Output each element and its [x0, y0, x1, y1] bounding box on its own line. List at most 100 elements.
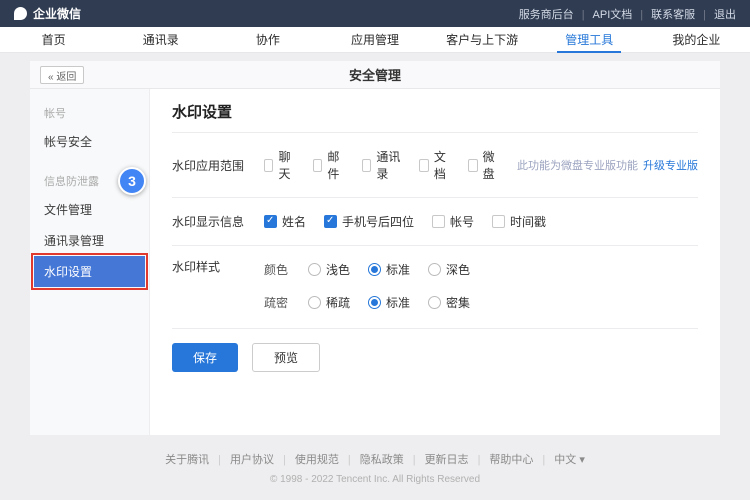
wecom-logo-icon	[14, 7, 27, 20]
security-management-card: « 返回 安全管理 帐号 帐号安全 信息防泄露 文件管理 通讯录管理 水印设置	[30, 61, 720, 435]
sidebar: 帐号 帐号安全 信息防泄露 文件管理 通讯录管理 水印设置	[30, 89, 150, 435]
row-label: 水印应用范围	[172, 157, 264, 174]
nav-tab-admin-tools[interactable]: 管理工具	[536, 27, 643, 52]
checkbox[interactable]	[313, 159, 322, 172]
radio-color-light[interactable]: 浅色	[308, 261, 350, 278]
nav-tab-customers[interactable]: 客户与上下游	[429, 27, 536, 52]
workspace: « 返回 安全管理 帐号 帐号安全 信息防泄露 文件管理 通讯录管理 水印设置	[0, 53, 750, 485]
topbar-links: 服务商后台 API文档 联系客服 退出	[519, 6, 736, 22]
footer-links: 关于腾讯 用户协议 使用规范 隐私政策 更新日志 帮助中心 中文 ▾	[30, 451, 720, 467]
topbar-link-support[interactable]: 联系客服	[632, 6, 695, 22]
copyright: © 1998 - 2022 Tencent Inc. All Rights Re…	[30, 474, 720, 485]
nav-tab-label: 管理工具	[565, 31, 613, 48]
radio[interactable]	[428, 263, 441, 276]
topbar-link-api-docs[interactable]: API文档	[574, 6, 633, 22]
row-fields: 姓名 手机号后四位 帐号 时间戳	[264, 213, 564, 230]
section-title: 水印设置	[172, 101, 698, 122]
row-label: 水印显示信息	[172, 213, 264, 230]
topbar-link-logout[interactable]: 退出	[695, 6, 736, 22]
nav-tab-my-company[interactable]: 我的企业	[643, 27, 750, 52]
checkbox-chat[interactable]: 聊天	[264, 148, 295, 182]
checkbox-docs[interactable]: 文档	[419, 148, 450, 182]
topbar-link-provider[interactable]: 服务商后台	[519, 6, 574, 22]
sidebar-group-header-account: 帐号	[30, 99, 149, 126]
nav-tab-label: 协作	[256, 31, 280, 48]
card-header: « 返回 安全管理	[30, 61, 720, 89]
card-body: 帐号 帐号安全 信息防泄露 文件管理 通讯录管理 水印设置 3 水印设置	[30, 89, 720, 435]
radio-label: 稀疏	[326, 294, 350, 311]
nav-tab-label: 我的企业	[672, 31, 720, 48]
checkbox[interactable]	[362, 159, 372, 172]
checkbox-label: 文档	[434, 148, 450, 182]
radio[interactable]	[308, 296, 321, 309]
nav-tab-apps[interactable]: 应用管理	[321, 27, 428, 52]
row-fields: 聊天 邮件 通讯录 文档	[264, 148, 698, 182]
back-button[interactable]: « 返回	[40, 66, 84, 84]
checkbox-drive[interactable]: 微盘	[468, 148, 499, 182]
sidebar-item-watermark-settings[interactable]: 水印设置	[34, 256, 145, 287]
radio-density-dense[interactable]: 密集	[428, 294, 470, 311]
main-nav: 首页 通讯录 协作 应用管理 客户与上下游 管理工具 我的企业	[0, 27, 750, 53]
style-lines: 颜色 浅色 标准 深色	[264, 258, 488, 324]
checkbox[interactable]	[432, 215, 445, 228]
sidebar-item-contacts-management[interactable]: 通讯录管理	[34, 225, 145, 256]
checkbox[interactable]	[264, 215, 277, 228]
checkbox-label: 手机号后四位	[342, 213, 414, 230]
footer-link-changelog[interactable]: 更新日志	[404, 451, 469, 467]
nav-tab-home[interactable]: 首页	[0, 27, 107, 52]
checkbox-phone-last4[interactable]: 手机号后四位	[324, 213, 414, 230]
sidebar-item-file-management[interactable]: 文件管理	[34, 194, 145, 225]
sidebar-item-account-security[interactable]: 帐号安全	[34, 126, 145, 157]
radio-density-standard[interactable]: 标准	[368, 294, 410, 311]
sub-label-density: 疏密	[264, 294, 308, 311]
radio-label: 标准	[386, 261, 410, 278]
nav-tab-contacts[interactable]: 通讯录	[107, 27, 214, 52]
row-label: 水印样式	[172, 258, 264, 275]
checkbox-label: 微盘	[483, 148, 499, 182]
language-selector[interactable]: 中文 ▾	[533, 451, 584, 467]
radio-label: 深色	[446, 261, 470, 278]
footer-link-usage-rules[interactable]: 使用规范	[274, 451, 339, 467]
checkbox[interactable]	[324, 215, 337, 228]
upgrade-pro-link[interactable]: 升级专业版	[643, 157, 698, 173]
annotation-badge-3: 3	[118, 167, 146, 195]
save-button[interactable]: 保存	[172, 343, 238, 372]
radio-density-sparse[interactable]: 稀疏	[308, 294, 350, 311]
checkbox-label: 邮件	[327, 148, 343, 182]
radio[interactable]	[308, 263, 321, 276]
footer-link-user-agreement[interactable]: 用户协议	[209, 451, 274, 467]
footer-link-privacy-policy[interactable]: 隐私政策	[339, 451, 404, 467]
checkbox[interactable]	[468, 159, 477, 172]
preview-button[interactable]: 预览	[252, 343, 320, 372]
checkbox-name[interactable]: 姓名	[264, 213, 306, 230]
radio[interactable]	[368, 263, 381, 276]
footer-link-about-tencent[interactable]: 关于腾讯	[165, 451, 209, 467]
page-footer: 关于腾讯 用户协议 使用规范 隐私政策 更新日志 帮助中心 中文 ▾ © 199…	[30, 435, 720, 485]
topbar: 企业微信 服务商后台 API文档 联系客服 退出	[0, 0, 750, 27]
drive-pro-note: 此功能为微盘专业版功能	[517, 157, 638, 173]
brand: 企业微信	[14, 5, 81, 22]
checkbox-mail[interactable]: 邮件	[313, 148, 344, 182]
watermark-settings-panel: 水印设置 水印应用范围 聊天 邮件	[150, 89, 720, 435]
checkbox-label: 时间戳	[510, 213, 546, 230]
radio-color-dark[interactable]: 深色	[428, 261, 470, 278]
checkbox[interactable]	[264, 159, 273, 172]
radio-label: 浅色	[326, 261, 350, 278]
footer-link-help-center[interactable]: 帮助中心	[469, 451, 534, 467]
radio-label: 标准	[386, 294, 410, 311]
nav-tab-label: 客户与上下游	[446, 31, 518, 48]
radio[interactable]	[368, 296, 381, 309]
checkbox-contacts[interactable]: 通讯录	[362, 148, 402, 182]
checkbox[interactable]	[492, 215, 505, 228]
checkbox[interactable]	[419, 159, 428, 172]
radio-color-standard[interactable]: 标准	[368, 261, 410, 278]
sidebar-item-label: 帐号安全	[44, 135, 92, 149]
radio-label: 密集	[446, 294, 470, 311]
checkbox-account[interactable]: 帐号	[432, 213, 474, 230]
nav-tab-collaboration[interactable]: 协作	[214, 27, 321, 52]
radio[interactable]	[428, 296, 441, 309]
checkbox-timestamp[interactable]: 时间戳	[492, 213, 546, 230]
brand-name: 企业微信	[33, 5, 81, 22]
checkbox-label: 聊天	[278, 148, 294, 182]
watermark-scope-row: 水印应用范围 聊天 邮件 通讯录	[172, 133, 698, 197]
